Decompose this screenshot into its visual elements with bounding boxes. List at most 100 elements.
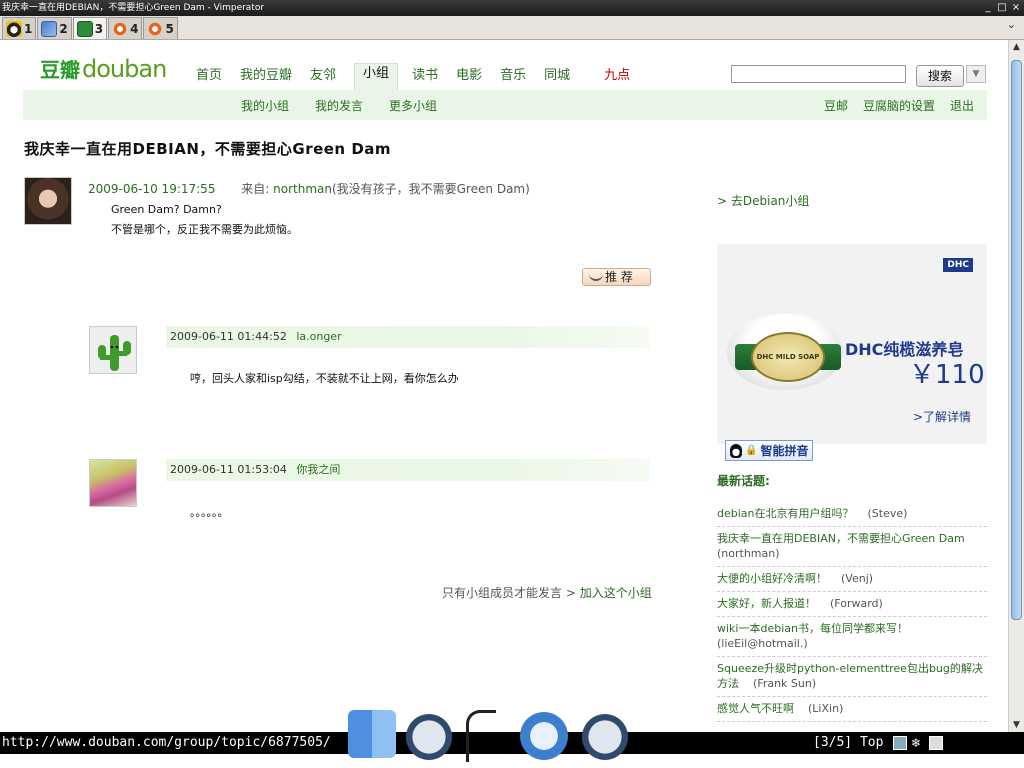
window-title: 我庆幸一直在用DEBIAN，不需要担心Green Dam - Vimperato… bbox=[2, 3, 265, 13]
comment-user[interactable]: la.onger bbox=[296, 330, 341, 343]
nav-music[interactable]: 音乐 bbox=[500, 68, 526, 90]
safari-icon[interactable] bbox=[520, 712, 568, 760]
nav-groups[interactable]: 小组 bbox=[354, 63, 399, 90]
scroll-up-icon[interactable]: ▲ bbox=[1009, 40, 1024, 54]
latest-topics-list: debian在北京有用户组吗？ (Steve) 我庆幸一直在用DEBIAN，不需要… bbox=[717, 502, 987, 722]
search-dropdown-icon[interactable]: ▼ bbox=[966, 65, 986, 83]
recommend-button[interactable]: 推 荐 bbox=[582, 268, 651, 286]
post-date: 2009-06-10 19:17:55 bbox=[88, 182, 216, 196]
logo-cn: 豆瓣 bbox=[40, 58, 80, 82]
maximize-button[interactable]: □ bbox=[996, 2, 1008, 14]
nav-books[interactable]: 读书 bbox=[412, 68, 438, 90]
ubuntu-icon bbox=[112, 20, 129, 37]
tray-icons: ❄ bbox=[893, 736, 943, 750]
nav-my-douban[interactable]: 我的豆瓣 bbox=[240, 68, 292, 90]
chevron-right-icon: > bbox=[565, 586, 580, 600]
snowflake-icon[interactable]: ❄ bbox=[911, 736, 925, 750]
tab-label: 1 bbox=[24, 21, 33, 36]
tab-2[interactable]: 2 bbox=[37, 17, 72, 39]
lock-icon: 🔒 bbox=[745, 445, 758, 456]
close-button[interactable]: × bbox=[1010, 2, 1022, 14]
nav-home[interactable]: 首页 bbox=[196, 68, 222, 90]
subnav-logout[interactable]: 退出 bbox=[950, 97, 974, 114]
join-notice: 只有小组成员才能发言 > 加入这个小组 bbox=[442, 584, 652, 601]
list-item: 大家好，新人报道！ (Forward) bbox=[717, 592, 987, 617]
post-meta: 2009-06-10 19:17:55 来自: northman(我没有孩子，我… bbox=[88, 180, 530, 197]
comment-user[interactable]: 你我之间 bbox=[296, 463, 340, 476]
page-title: 我庆幸一直在用DEBIAN，不需要担心Green Dam bbox=[24, 140, 392, 158]
ad-more-link[interactable]: >了解详情 bbox=[913, 408, 971, 425]
nav-local[interactable]: 同城 bbox=[544, 68, 570, 90]
topic-link[interactable]: debian在北京有用户组吗？ bbox=[717, 507, 854, 520]
topic-link[interactable]: wiki一本debian书，每位同学都来写！ bbox=[717, 622, 908, 635]
qq-penguin-icon bbox=[6, 20, 22, 37]
hook-icon[interactable] bbox=[466, 710, 496, 762]
subnav-my-groups[interactable]: 我的小组 bbox=[241, 97, 289, 114]
comment-date: 2009-06-11 01:53:04 bbox=[170, 463, 287, 476]
post-body-line: Green Dam? Damn? bbox=[111, 203, 222, 216]
comment-text: 。。。。。。 bbox=[190, 506, 229, 519]
ime-status-bar[interactable]: 🔒 智能拼音 bbox=[725, 440, 814, 461]
nav-jiudian[interactable]: 九点 bbox=[604, 68, 630, 90]
time-machine-icon[interactable] bbox=[406, 714, 452, 760]
join-group-link[interactable]: 加入这个小组 bbox=[580, 586, 652, 600]
list-item: 大便的小组好冷清啊！ (Venj) bbox=[717, 567, 987, 592]
author-avatar[interactable] bbox=[24, 177, 72, 225]
topic-link[interactable]: 感觉人气不旺啊 bbox=[717, 702, 794, 715]
topic-author: (Forward) bbox=[830, 597, 883, 610]
time-machine-icon[interactable] bbox=[582, 714, 628, 760]
network-icon[interactable] bbox=[893, 736, 907, 750]
subnav-more-groups[interactable]: 更多小组 bbox=[389, 97, 437, 114]
rss-feed-icon bbox=[41, 20, 58, 37]
dhc-logo: DHC bbox=[943, 258, 973, 272]
commenter-avatar[interactable] bbox=[89, 459, 137, 507]
list-item: 我庆幸一直在用DEBIAN，不需要担心Green Dam (northman) bbox=[717, 527, 987, 567]
tab-4[interactable]: 4 bbox=[108, 17, 143, 39]
commenter-avatar[interactable] bbox=[89, 326, 137, 374]
topic-link[interactable]: 大家好，新人报道！ bbox=[717, 597, 816, 610]
smile-icon bbox=[589, 271, 603, 281]
search-input[interactable] bbox=[731, 65, 906, 83]
tab-5[interactable]: 5 bbox=[143, 17, 178, 39]
vertical-scrollbar[interactable]: ▲ ▼ bbox=[1008, 40, 1024, 732]
topic-link[interactable]: 大便的小组好冷清啊！ bbox=[717, 572, 827, 585]
mail-icon[interactable] bbox=[929, 736, 943, 750]
minimize-button[interactable]: _ bbox=[982, 2, 994, 14]
tab-label: 4 bbox=[130, 21, 139, 36]
window-titlebar: 我庆幸一直在用DEBIAN，不需要担心Green Dam - Vimperato… bbox=[0, 0, 1024, 16]
ime-name: 智能拼音 bbox=[760, 444, 809, 458]
author-signature: (我没有孩子，我不需要Green Dam) bbox=[332, 182, 530, 196]
nav-movies[interactable]: 电影 bbox=[456, 68, 482, 90]
comment-header: 2009-06-11 01:44:52 la.onger bbox=[166, 326, 650, 348]
subnav-mail[interactable]: 豆邮 bbox=[824, 97, 848, 114]
topic-author: (Frank Sun) bbox=[753, 677, 817, 690]
soap-label: DHC MILD SOAP bbox=[751, 332, 825, 382]
topic-author: (northman) bbox=[717, 547, 780, 560]
post-body-line: 不管是哪个，反正我不需要为此烦恼。 bbox=[111, 223, 298, 236]
douban-logo[interactable]: 豆瓣 douban bbox=[40, 54, 167, 84]
dhc-ad-banner[interactable]: DHC DHC MILD SOAP DHC纯榄滋养皂 ￥110 >了解详情 bbox=[717, 244, 987, 444]
window-controls: _ □ × bbox=[982, 0, 1022, 16]
penguin-icon bbox=[730, 443, 742, 458]
tab-1[interactable]: 1 bbox=[2, 17, 37, 39]
topic-author: (lieEil@hotmail.) bbox=[717, 637, 808, 650]
finder-icon[interactable] bbox=[348, 710, 396, 758]
comment-date: 2009-06-11 01:44:52 bbox=[170, 330, 287, 343]
ad-price: ￥110 bbox=[909, 360, 985, 390]
post-author[interactable]: northman bbox=[273, 182, 332, 196]
tab-list-chevron-icon[interactable]: ⌄ bbox=[1007, 18, 1016, 31]
tab-strip: 1 2 3 4 5 ⌄ bbox=[0, 16, 1024, 40]
subnav-my-posts[interactable]: 我的发言 bbox=[315, 97, 363, 114]
scroll-down-icon[interactable]: ▼ bbox=[1009, 718, 1024, 732]
topic-author: (Venj) bbox=[841, 572, 874, 585]
nav-friends[interactable]: 友邻 bbox=[310, 68, 336, 90]
web-page: 豆瓣 douban 首页 我的豆瓣 友邻 小组 读书 电影 音乐 同城 九点 搜… bbox=[0, 40, 1008, 732]
post-body: Green Dam? Damn? 不管是哪个，反正我不需要为此烦恼。 bbox=[111, 200, 298, 240]
topic-link[interactable]: 我庆幸一直在用DEBIAN，不需要担心Green Dam bbox=[717, 532, 965, 545]
scrollbar-thumb[interactable] bbox=[1011, 60, 1022, 620]
goto-group-link[interactable]: > 去Debian小组 bbox=[717, 192, 809, 209]
search-button[interactable]: 搜索 bbox=[916, 65, 964, 87]
sub-nav: 我的小组 我的发言 更多小组 豆邮 豆腐脑的设置 退出 bbox=[23, 90, 987, 120]
tab-3[interactable]: 3 bbox=[72, 17, 108, 39]
subnav-settings[interactable]: 豆腐脑的设置 bbox=[863, 97, 935, 114]
